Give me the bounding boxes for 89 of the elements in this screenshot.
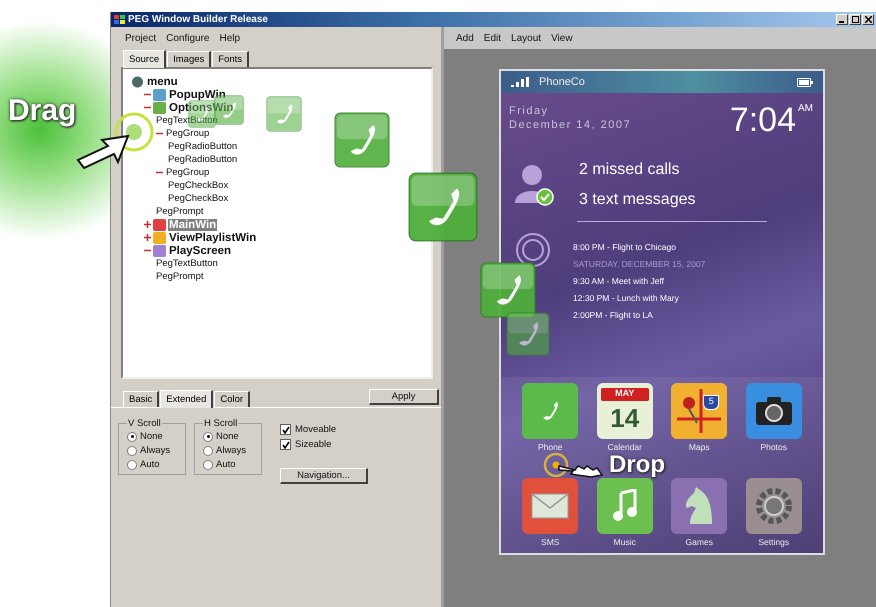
window-title: PEG Window Builder Release [128, 14, 268, 25]
clock-ampm: AM [798, 103, 813, 114]
notification-text: 2 missed calls [579, 161, 680, 179]
tree-item[interactable]: PegCheckBox [167, 193, 230, 204]
app-label: SMS [541, 537, 560, 547]
tree-item[interactable]: PegPrompt [155, 271, 205, 282]
app-label: Calendar [608, 442, 642, 452]
tab[interactable]: Extended [160, 390, 214, 408]
pull-down-title[interactable]: Help [219, 32, 240, 44]
app-label: Maps [688, 442, 710, 452]
apply-button[interactable]: Apply [369, 389, 439, 405]
checkbox[interactable]: Moveable [280, 424, 368, 435]
map-shield: 5 [703, 395, 720, 410]
maps-app-icon[interactable]: 5 [671, 383, 728, 439]
phone-tile-icon [266, 96, 302, 132]
close-icon [864, 16, 872, 23]
tab[interactable]: Fonts [212, 51, 250, 67]
pull-down-title[interactable]: Edit [484, 32, 502, 44]
phone-tile-icon [480, 262, 536, 318]
minimize-button[interactable] [836, 14, 848, 25]
calendar-event-icon [515, 232, 551, 268]
app-icon [114, 15, 125, 24]
agenda-event: 2:00PM - Flight to LA [573, 310, 654, 320]
calendar-app-icon[interactable]: MAY 14 [596, 383, 653, 439]
radio-option[interactable]: Auto [127, 459, 179, 470]
radio-option[interactable]: Always [203, 445, 255, 456]
camera-app-icon[interactable] [746, 383, 802, 439]
tree-item[interactable]: menu [146, 76, 179, 88]
agenda-event: 9:30 AM - Meet with Jeff [573, 276, 666, 286]
tree-item[interactable]: PegGroup [165, 167, 210, 178]
app-label: Photos [760, 442, 787, 452]
close-button[interactable] [862, 14, 874, 25]
app-label: Games [686, 537, 713, 547]
chess-knight-app-icon[interactable] [671, 478, 728, 534]
expand-toggle-icon[interactable] [144, 234, 150, 240]
envelope-app-icon[interactable] [522, 478, 578, 534]
weekday: Friday [509, 105, 550, 117]
app-label: Phone [538, 442, 563, 452]
contact-icon [515, 163, 555, 207]
checkbox[interactable]: Sizeable [280, 439, 368, 450]
tree-item[interactable]: PegPrompt [155, 206, 205, 217]
pull-down-title[interactable]: Configure [166, 32, 210, 44]
group-title: V Scroll [127, 418, 162, 429]
clock-time: 7:04 [730, 103, 796, 137]
agenda-event: 8:00 PM - Flight to Chicago [573, 242, 677, 252]
tab[interactable]: Color [214, 391, 250, 407]
hand-cursor-icon [543, 452, 603, 478]
tree-item[interactable]: PegRadioButton [167, 141, 238, 152]
tree-item[interactable]: ViewPlaylistWin [168, 232, 258, 244]
app-label: Settings [758, 537, 790, 547]
calendar-day: 14 [610, 402, 640, 434]
date: December 14, 2007 [509, 119, 632, 131]
radio-option[interactable]: Auto [203, 459, 255, 470]
tab[interactable]: Source [123, 50, 166, 68]
battery-icon [797, 78, 813, 86]
tree-item[interactable]: MainWin [168, 218, 218, 230]
tree-item[interactable]: PegRadioButton [167, 154, 238, 165]
music-app-icon[interactable] [596, 478, 653, 534]
navigation-button[interactable]: Navigation... [280, 468, 368, 484]
maximize-button[interactable] [849, 14, 861, 25]
agenda-event: 12:30 PM - Lunch with Mary [573, 293, 680, 303]
phone-tile-icon [506, 312, 550, 356]
app-label: Music [614, 537, 636, 547]
signal-icon [511, 77, 529, 87]
carrier-name: PhoneCo [539, 76, 586, 88]
group-title: H Scroll [203, 418, 238, 429]
tab[interactable]: Images [167, 51, 212, 67]
pull-down-title[interactable]: Layout [511, 32, 542, 44]
radio-option[interactable]: None [127, 431, 179, 442]
tree-item[interactable]: PegTextButton [155, 258, 219, 269]
expand-toggle-icon[interactable] [144, 220, 150, 228]
maximize-icon [852, 16, 858, 23]
drag-caption: Drag [8, 96, 76, 126]
gear-app-icon[interactable] [746, 478, 802, 534]
pull-down-title[interactable]: View [551, 32, 573, 44]
pull-down-title[interactable]: Add [456, 32, 474, 44]
tree-item[interactable]: PegGroup [165, 128, 210, 139]
phone-tile-icon [334, 112, 390, 168]
pull-down-title[interactable]: Project [125, 32, 156, 44]
calendar-month: MAY [600, 388, 649, 401]
tree-item[interactable]: PegCheckBox [167, 180, 230, 191]
tab[interactable]: Basic [123, 391, 160, 407]
tree-item[interactable]: PlayScreen [168, 244, 232, 256]
agenda-date: SATURDAY, DECEMBER 15, 2007 [573, 259, 706, 269]
notification-text: 3 text messages [579, 191, 696, 209]
radio-option[interactable]: None [203, 431, 255, 442]
radio-option[interactable]: Always [127, 445, 179, 456]
drop-caption: Drop [609, 453, 665, 477]
tree-item[interactable]: PopupWin [168, 88, 227, 100]
